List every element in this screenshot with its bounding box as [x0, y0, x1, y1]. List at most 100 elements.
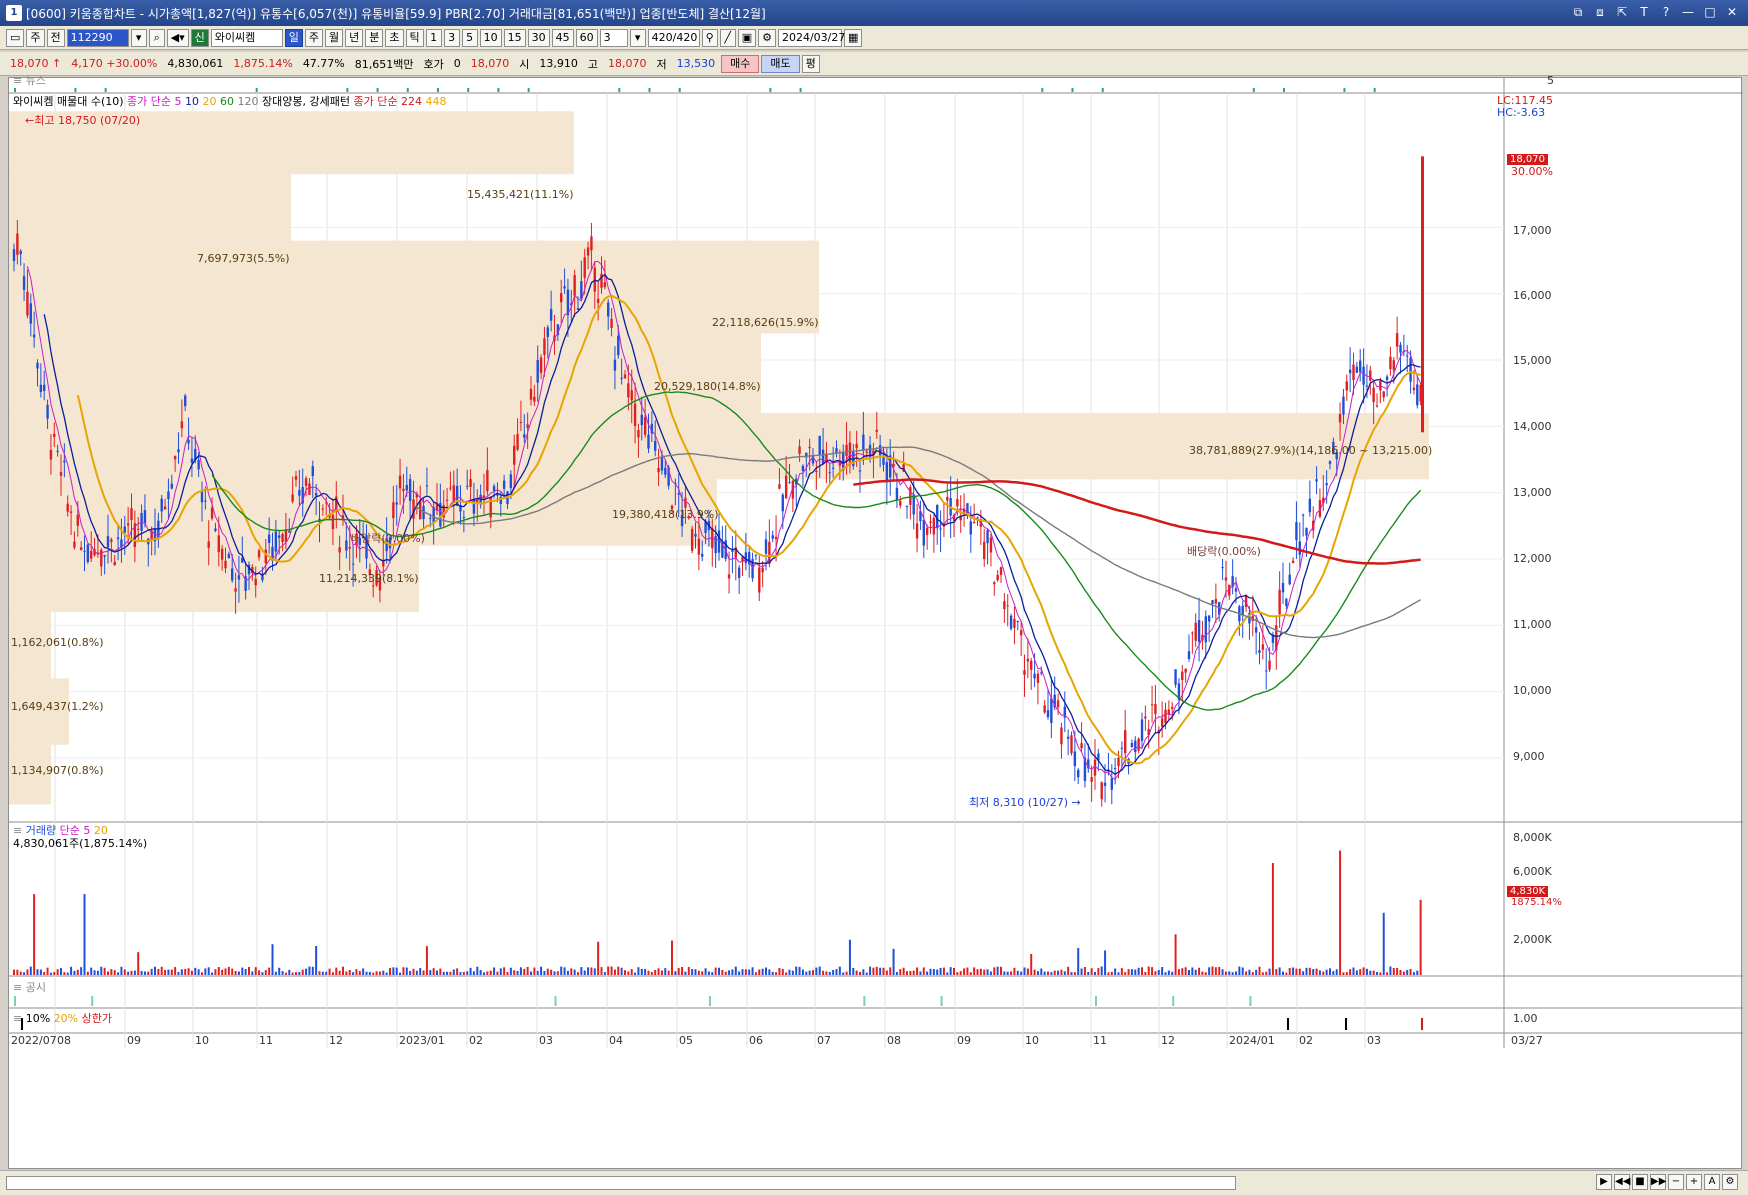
search-icon[interactable]: ⌕ [148, 28, 165, 47]
volume-bar [1134, 969, 1137, 975]
buy-button[interactable]: 매수 [721, 54, 760, 73]
period-week[interactable]: 주 [304, 28, 324, 47]
candle-body [882, 457, 885, 465]
volume-bar [640, 968, 643, 975]
volume-bar [1251, 972, 1254, 975]
candle-body [637, 430, 640, 438]
candle-body [288, 531, 291, 533]
pin-icon[interactable]: ⇱ [1614, 4, 1630, 20]
close-icon[interactable]: ✕ [1724, 4, 1740, 20]
candle-body [1389, 356, 1392, 370]
volume-bar [1174, 934, 1177, 975]
volume-bar [771, 971, 774, 975]
horizontal-scrollbar[interactable] [6, 1176, 1236, 1190]
volume-bar [170, 969, 173, 975]
period-year[interactable]: 년 [345, 28, 364, 47]
chart-canvas[interactable] [9, 78, 1743, 1170]
eval-button[interactable]: 평 [801, 54, 820, 73]
news-tick [678, 88, 681, 92]
volume-bar [738, 971, 741, 975]
draw-icon[interactable]: ╱ [719, 28, 736, 47]
candle-body [187, 439, 190, 444]
date-field[interactable]: 2024/03/27 [777, 28, 845, 47]
period-day[interactable]: 일 [284, 28, 303, 47]
profile-label: 15,435,421(11.1%) [467, 188, 574, 201]
minute-30[interactable]: 30 [527, 28, 550, 47]
minute-15[interactable]: 15 [503, 28, 526, 47]
restore-icon[interactable]: ⧉ [1570, 4, 1586, 20]
minute-45[interactable]: 45 [551, 28, 574, 47]
disclosure-tick [1095, 996, 1097, 1006]
candle-body [536, 360, 539, 383]
tile-icon[interactable]: ⧈ [1592, 4, 1608, 20]
candle-body [784, 475, 788, 499]
stop-icon[interactable]: ■ [1632, 1174, 1648, 1190]
current-price-tag: 18,070 [1507, 154, 1548, 165]
minimize-icon[interactable]: — [1680, 4, 1696, 20]
count-dropdown-icon[interactable]: ▾ [629, 28, 646, 47]
sound-icon[interactable]: ◀▾ [166, 28, 189, 47]
period-tick[interactable]: 틱 [405, 28, 424, 47]
forward-icon[interactable]: ▶▶ [1650, 1174, 1666, 1190]
legend-ma448: 448 [425, 95, 447, 108]
candle-body [701, 553, 704, 557]
zoom-in-icon[interactable]: + [1686, 1174, 1702, 1190]
gear-icon[interactable]: ⚙ [758, 28, 776, 47]
minute-60[interactable]: 60 [575, 28, 598, 47]
volume-bar [345, 971, 348, 975]
stock-code-input[interactable]: 112290 [66, 28, 129, 47]
candle-body [237, 575, 241, 580]
zoom-icon[interactable]: ⚲ [701, 28, 718, 47]
range-select[interactable]: 전 [46, 28, 65, 47]
maximize-icon[interactable]: □ [1702, 4, 1718, 20]
candle-body [956, 499, 959, 507]
calendar-icon[interactable]: ▦ [843, 28, 863, 47]
candle-body [560, 293, 563, 303]
chart-area[interactable]: ≡ 뉴스 5 와이씨켐 매물대 수(10) 종가 단순 5 10 20 60 1… [8, 74, 1743, 1170]
candle-body [657, 468, 660, 473]
play-icon[interactable]: ▶ [1596, 1174, 1612, 1190]
candle-body [106, 536, 110, 547]
volume-bar [644, 968, 647, 975]
volume-bar [288, 969, 291, 975]
sell-button[interactable]: 매도 [761, 54, 800, 73]
bar-count-field[interactable]: 420/420 [647, 28, 700, 47]
volume-bar [748, 969, 751, 975]
count-input[interactable]: 3 [599, 28, 628, 47]
volume-bar [778, 967, 781, 975]
period-second[interactable]: 초 [385, 28, 404, 47]
volume-bar [577, 972, 579, 975]
text-tool-icon[interactable]: A [1704, 1174, 1720, 1190]
candle-body [264, 549, 267, 564]
stock-name-field[interactable]: 와이씨켐 [210, 28, 283, 47]
candle-body [281, 533, 284, 543]
candle-body [865, 451, 868, 453]
candle-body [1261, 644, 1265, 650]
rewind-icon[interactable]: ◀◀ [1614, 1174, 1630, 1190]
period-minute[interactable]: 분 [365, 28, 384, 47]
zoom-out-icon[interactable]: − [1668, 1174, 1684, 1190]
settings-icon[interactable]: ⚙ [1722, 1174, 1738, 1190]
dropdown-icon[interactable]: ▾ [130, 28, 147, 47]
minute-1[interactable]: 1 [425, 28, 442, 47]
volume-bar [33, 894, 36, 975]
volume-bar [342, 966, 344, 975]
period-month[interactable]: 월 [325, 28, 344, 47]
volume-bar [647, 970, 650, 975]
text-icon[interactable]: T [1636, 4, 1652, 20]
turnover-ratio: 47.77% [302, 57, 345, 70]
volume-bar [906, 971, 908, 975]
mode-select[interactable]: 주 [26, 28, 45, 47]
layout-icon[interactable]: ▭ [6, 28, 25, 47]
minute-3[interactable]: 3 [443, 28, 460, 47]
volume-bar [29, 966, 32, 975]
minute-5[interactable]: 5 [461, 28, 478, 47]
candle-body [66, 503, 69, 512]
help-icon[interactable]: ? [1658, 4, 1674, 20]
candle-body [697, 538, 701, 555]
volume-bar [217, 967, 220, 975]
save-icon[interactable]: ▣ [737, 28, 757, 47]
minute-10[interactable]: 10 [479, 28, 502, 47]
volume-bar [284, 972, 287, 975]
volume-bar [1097, 968, 1100, 975]
